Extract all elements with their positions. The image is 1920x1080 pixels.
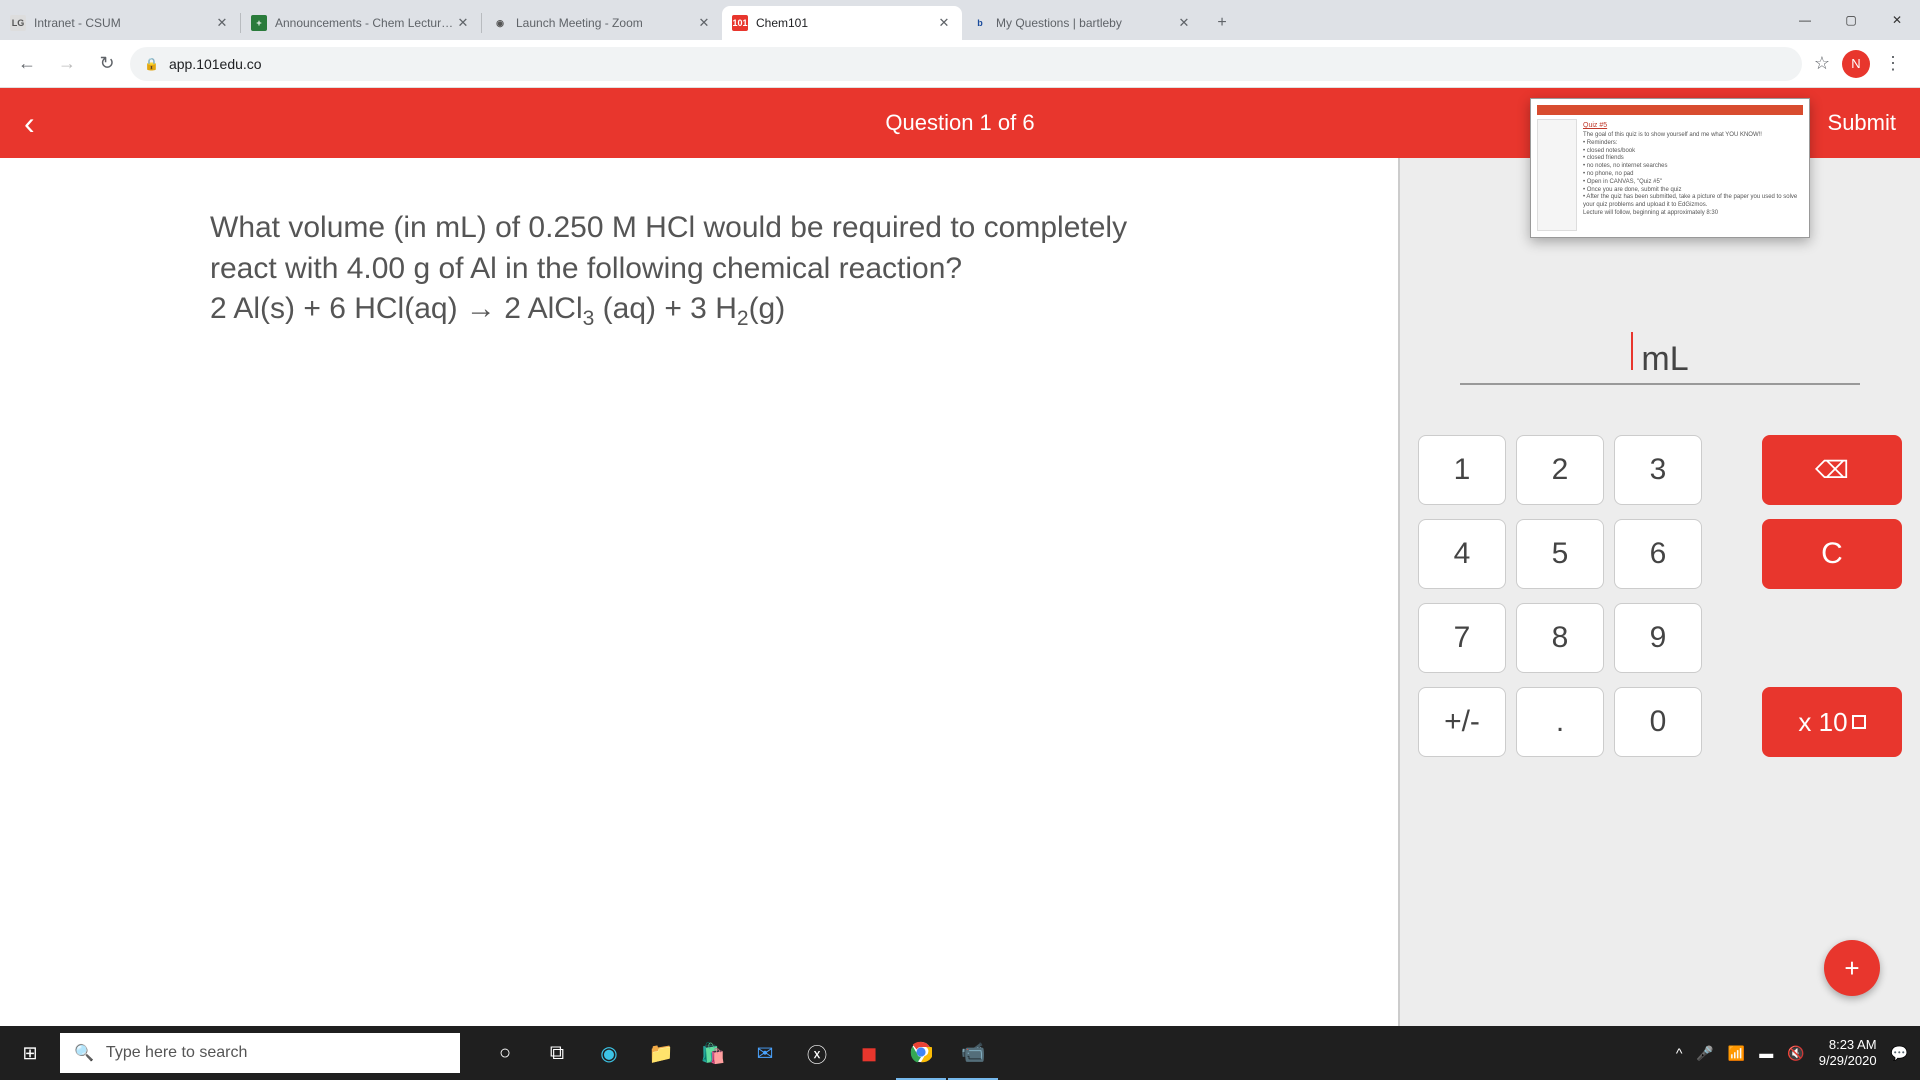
pip-slide-panel (1537, 119, 1577, 231)
xbox-icon[interactable]: ⓧ (792, 1026, 842, 1080)
text-cursor (1631, 332, 1633, 370)
notifications-icon[interactable]: 💬 (1891, 1045, 1908, 1062)
taskbar-clock[interactable]: 8:23 AM 9/29/2020 (1819, 1037, 1877, 1068)
lock-icon: 🔒 (144, 57, 159, 71)
edge-icon[interactable]: ◉ (584, 1026, 634, 1080)
keypad: 1 2 3 ⌫ 4 5 6 C 7 8 9 +/- . 0 x 10 (1418, 435, 1902, 757)
question-pane: What volume (in mL) of 0.250 M HCl would… (0, 158, 1400, 1026)
mail-icon[interactable]: ✉ (740, 1026, 790, 1080)
key-3[interactable]: 3 (1614, 435, 1702, 505)
back-button[interactable]: ← (10, 47, 44, 81)
key-9[interactable]: 9 (1614, 603, 1702, 673)
key-8[interactable]: 8 (1516, 603, 1604, 673)
bookmark-star-icon[interactable]: ☆ (1814, 53, 1830, 74)
search-placeholder: Type here to search (106, 1044, 247, 1062)
url-text: app.101edu.co (169, 56, 262, 72)
key-backspace[interactable]: ⌫ (1762, 435, 1902, 505)
microsoft-store-icon[interactable]: 🛍️ (688, 1026, 738, 1080)
new-tab-button[interactable]: + (1208, 9, 1236, 37)
profile-avatar[interactable]: N (1842, 50, 1870, 78)
taskbar-search[interactable]: 🔍 Type here to search (60, 1033, 460, 1073)
browser-tab-strip: LG Intranet - CSUM ✕+ Announcements - Ch… (0, 0, 1920, 40)
answer-pane: Quiz #5 The goal of this quiz is to show… (1400, 158, 1920, 1026)
key-1[interactable]: 1 (1418, 435, 1506, 505)
backspace-icon: ⌫ (1815, 456, 1849, 485)
taskbar-apps: ○ ⧉ ◉ 📁 🛍️ ✉ ⓧ ◼ 📹 (480, 1026, 998, 1080)
cortana-icon[interactable]: ○ (480, 1026, 530, 1080)
key-7[interactable]: 7 (1418, 603, 1506, 673)
forward-button[interactable]: → (50, 47, 84, 81)
tab-favicon: + (251, 15, 267, 31)
tray-chevron-icon[interactable]: ^ (1676, 1045, 1683, 1061)
window-controls: — ▢ ✕ (1782, 0, 1920, 40)
pip-presentation-overlay[interactable]: Quiz #5 The goal of this quiz is to show… (1530, 98, 1810, 238)
battery-icon[interactable]: ▬ (1759, 1045, 1773, 1061)
exponent-box-icon (1852, 715, 1866, 729)
main-content: What volume (in mL) of 0.250 M HCl would… (0, 158, 1920, 1026)
add-fab-button[interactable]: + (1824, 940, 1880, 996)
browser-tab[interactable]: LG Intranet - CSUM ✕ (0, 6, 240, 40)
key-6[interactable]: 6 (1614, 519, 1702, 589)
address-bar[interactable]: 🔒 app.101edu.co (130, 47, 1802, 81)
zoom-icon[interactable]: 📹 (948, 1026, 998, 1080)
submit-button[interactable]: Submit (1828, 110, 1896, 136)
browser-tab[interactable]: 101 Chem101 ✕ (722, 6, 962, 40)
browser-tab[interactable]: b My Questions | bartleby ✕ (962, 6, 1202, 40)
key-4[interactable]: 4 (1418, 519, 1506, 589)
key-clear[interactable]: C (1762, 519, 1902, 589)
minimize-button[interactable]: — (1782, 0, 1828, 40)
tab-close-icon[interactable]: ✕ (214, 15, 230, 31)
tab-close-icon[interactable]: ✕ (455, 15, 471, 31)
tab-title: Chem101 (756, 16, 936, 30)
office-icon[interactable]: ◼ (844, 1026, 894, 1080)
tab-title: My Questions | bartleby (996, 16, 1176, 30)
question-text: What volume (in mL) of 0.250 M HCl would… (210, 208, 1318, 333)
start-button[interactable]: ⊞ (0, 1026, 60, 1080)
volume-muted-icon[interactable]: 🔇 (1787, 1045, 1804, 1062)
back-chevron-icon[interactable]: ‹ (24, 105, 35, 142)
reload-button[interactable]: ↻ (90, 47, 124, 81)
key-plusminus[interactable]: +/- (1418, 687, 1506, 757)
key-0[interactable]: 0 (1614, 687, 1702, 757)
pip-title-bar (1537, 105, 1803, 115)
microphone-icon[interactable]: 🎤 (1696, 1045, 1713, 1062)
wifi-icon[interactable]: 📶 (1728, 1045, 1745, 1062)
tab-close-icon[interactable]: ✕ (936, 15, 952, 31)
windows-taskbar: ⊞ 🔍 Type here to search ○ ⧉ ◉ 📁 🛍️ ✉ ⓧ ◼… (0, 1026, 1920, 1080)
tab-title: Launch Meeting - Zoom (516, 16, 696, 30)
tab-favicon: b (972, 15, 988, 31)
key-5[interactable]: 5 (1516, 519, 1604, 589)
tab-close-icon[interactable]: ✕ (696, 15, 712, 31)
tab-favicon: 101 (732, 15, 748, 31)
key-decimal[interactable]: . (1516, 687, 1604, 757)
task-view-icon[interactable]: ⧉ (532, 1026, 582, 1080)
chrome-icon[interactable] (896, 1026, 946, 1080)
answer-unit: mL (1641, 340, 1688, 379)
tab-title: Announcements - Chem Lecture… (275, 16, 455, 30)
search-icon: 🔍 (74, 1043, 94, 1063)
file-explorer-icon[interactable]: 📁 (636, 1026, 686, 1080)
close-window-button[interactable]: ✕ (1874, 0, 1920, 40)
browser-tab[interactable]: ◉ Launch Meeting - Zoom ✕ (482, 6, 722, 40)
key-2[interactable]: 2 (1516, 435, 1604, 505)
pip-slide-content: Quiz #5 The goal of this quiz is to show… (1581, 119, 1803, 231)
key-scientific[interactable]: x 10 (1762, 687, 1902, 757)
chrome-menu-icon[interactable]: ⋮ (1876, 47, 1910, 81)
tab-favicon: ◉ (492, 15, 508, 31)
browser-toolbar: ← → ↻ 🔒 app.101edu.co ☆ N ⋮ (0, 40, 1920, 88)
maximize-button[interactable]: ▢ (1828, 0, 1874, 40)
tab-close-icon[interactable]: ✕ (1176, 15, 1192, 31)
tab-favicon: LG (10, 15, 26, 31)
browser-tab[interactable]: + Announcements - Chem Lecture… ✕ (241, 6, 481, 40)
tab-title: Intranet - CSUM (34, 16, 214, 30)
system-tray: ^ 🎤 📶 ▬ 🔇 8:23 AM 9/29/2020 💬 (1676, 1037, 1920, 1068)
question-counter: Question 1 of 6 (885, 110, 1034, 136)
answer-input[interactable]: mL (1460, 328, 1860, 385)
